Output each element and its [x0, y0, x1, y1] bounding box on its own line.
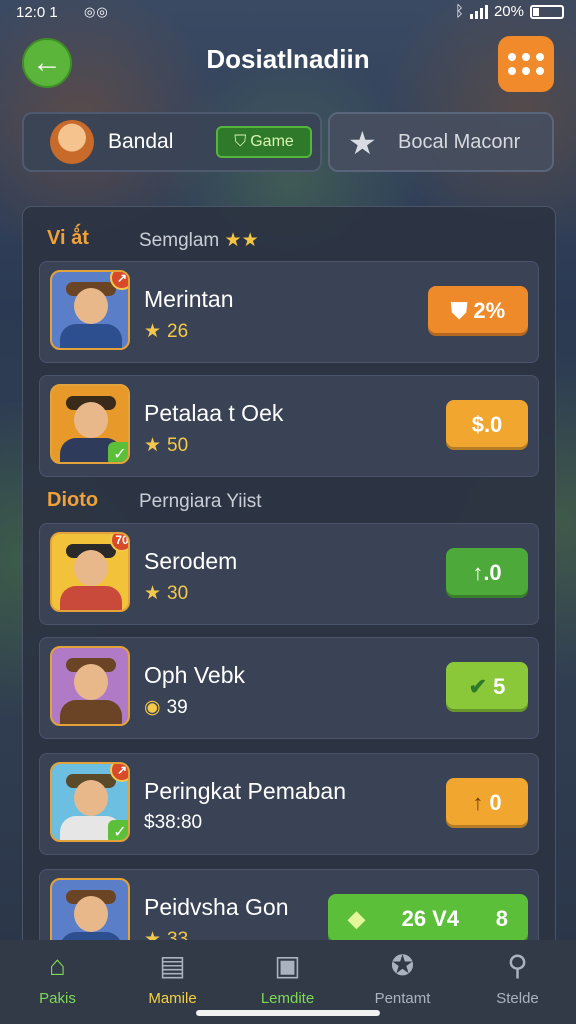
nav-item-mamile[interactable]: ▤ Mamile	[115, 950, 230, 1007]
player-avatar: 70	[50, 532, 130, 612]
home-indicator[interactable]	[196, 1010, 380, 1016]
section-tag: Dioto	[47, 489, 99, 511]
signal-icon	[469, 4, 488, 19]
section-header: Dioto Perngiara Yiist	[23, 481, 555, 517]
tab-bandal[interactable]: Bandal ⛉ Game	[22, 112, 322, 172]
game-chip[interactable]: ⛉ Game	[216, 126, 312, 158]
player-name: Peidvsha Gon	[144, 894, 289, 920]
player-card[interactable]: ↗ Merintan ★ 26 ⛊ 2%	[39, 261, 539, 363]
player-score: $38:80	[144, 812, 203, 833]
star-icon: ★	[144, 435, 162, 456]
player-card[interactable]: 70 Serodem ★ 30 ↑.0	[39, 523, 539, 625]
arrow-icon: ↑	[472, 790, 484, 815]
player-action-button[interactable]: ⛊ 2%	[428, 286, 528, 336]
player-name: Oph Vebk	[144, 662, 246, 688]
nav-item-pentamt[interactable]: ✪ Pentamt	[345, 950, 460, 1007]
status-notification-icons: ◎◎	[84, 4, 109, 19]
section-name: Semglam ★★	[139, 230, 259, 251]
chat-icon: ▤	[159, 950, 186, 981]
gem-icon: ◆	[348, 906, 365, 931]
battery-icon	[530, 4, 564, 19]
player-avatar: ↗	[50, 270, 130, 350]
star-badge-icon: ✪	[390, 950, 415, 981]
nav-item-pakis[interactable]: ⌂ Pakis	[0, 950, 115, 1007]
section-tag: Vi ǻt	[47, 227, 89, 249]
check-icon: ✓	[108, 820, 128, 840]
check-icon: ✔	[468, 674, 488, 699]
player-avatar	[50, 646, 130, 726]
menu-button[interactable]	[498, 36, 554, 92]
player-card[interactable]: Oph Vebk ◉ 39 ✔ 5	[39, 637, 539, 739]
home-icon: ⌂	[49, 950, 66, 981]
player-avatar: ✓	[50, 384, 130, 464]
player-score: ◉ 39	[144, 697, 188, 718]
tab-label: Bandal	[108, 130, 174, 153]
player-name: Serodem	[144, 548, 238, 574]
star-icon: ★	[348, 125, 377, 161]
player-avatar: ↗ ✓	[50, 762, 130, 842]
page-title: Dosiatlnadiin	[206, 44, 370, 74]
status-time: 12:0 1	[16, 4, 58, 21]
player-action-button[interactable]: $.0	[446, 400, 528, 450]
nav-item-stelde[interactable]: ⚲ Stelde	[460, 950, 575, 1007]
player-action-button[interactable]: ◆ 26 V4 8	[328, 894, 528, 944]
player-name: Petalaa t Oek	[144, 400, 284, 426]
box-icon: ▣	[274, 950, 301, 981]
nav-label: Mamile	[148, 990, 197, 1007]
section-header: Vi ǻt Semglam ★★	[23, 219, 555, 255]
player-action-button[interactable]: ↑ 0	[446, 778, 528, 828]
status-right: ᛒ 20%	[455, 3, 564, 20]
shield-icon: ⛊	[450, 298, 468, 323]
check-icon: ✓	[108, 442, 128, 462]
tab-label: Bocal Maconr	[398, 131, 521, 153]
player-score: ★ 26	[144, 321, 189, 342]
tab-bocal-maconr[interactable]: ★ Bocal Maconr	[328, 112, 554, 172]
game-chip-label: Game	[250, 133, 294, 150]
battery-percent: 20%	[493, 3, 524, 20]
avatar	[50, 120, 94, 164]
nav-label: Lemdite	[260, 990, 315, 1007]
bluetooth-icon: ᛒ	[454, 3, 464, 20]
nav-label: Pentamt	[374, 990, 431, 1007]
player-name: Merintan	[144, 286, 234, 312]
player-action-button[interactable]: ✔ 5	[446, 662, 528, 712]
nav-item-lemdite[interactable]: ▣ Lemdite	[230, 950, 345, 1007]
player-card[interactable]: ↗ ✓ Peringkat Pemaban $38:80 ↑ 0	[39, 753, 539, 855]
nav-label: Stelde	[496, 990, 539, 1007]
player-card[interactable]: ✓ Petalaa t Oek ★ 50 $.0	[39, 375, 539, 477]
player-score: ★ 30	[144, 583, 189, 604]
player-name: Peringkat Pemaban	[144, 778, 347, 804]
star-icon: ★	[144, 321, 162, 342]
nav-label: Pakis	[39, 990, 76, 1007]
status-bar: 12:0 1 ◎◎ ᛒ 20%	[0, 0, 576, 26]
star-icon: ★	[144, 583, 162, 604]
shield-icon: ⛉	[234, 133, 247, 150]
leaderboard-panel: Vi ǻt Semglam ★★ ↗ Merintan ★ 26 ⛊ 2% ✓ Pe…	[22, 206, 556, 971]
section-name: Perngiara Yiist	[139, 491, 262, 512]
search-icon: ⚲	[507, 950, 528, 981]
player-action-button[interactable]: ↑.0	[446, 548, 528, 598]
coin-icon: ◉	[144, 697, 161, 718]
player-score: ★ 50	[144, 435, 189, 456]
